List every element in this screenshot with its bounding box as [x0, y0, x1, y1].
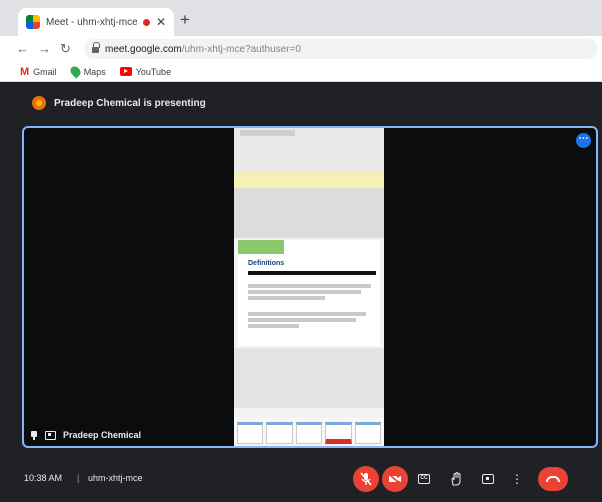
address-url[interactable]: meet.google.com/uhm-xhtj-mce?authuser=0	[105, 44, 301, 55]
meeting-time: 10:38 AM	[24, 473, 63, 483]
leave-call-button[interactable]	[538, 467, 568, 491]
slide-thumbnail	[266, 422, 293, 444]
meeting-separator: |	[77, 473, 80, 483]
shared-slide: Definitions	[238, 240, 380, 346]
meet-control-bar: 10:38 AM | uhm-xhtj-mce CC ⋮	[0, 460, 602, 502]
url-host: meet.google.com	[105, 43, 182, 55]
slide-thumbnail	[325, 422, 352, 444]
slide-title: Definitions	[248, 260, 285, 267]
raise-hand-icon	[451, 472, 461, 486]
slide-redacted-bar	[248, 271, 376, 275]
meet-favicon-icon	[26, 15, 40, 29]
bookmark-label: YouTube	[135, 66, 172, 77]
slide-thumbnail	[295, 422, 323, 444]
mic-off-icon	[360, 472, 372, 486]
phone-gray-area	[234, 188, 384, 238]
browser-tab-meet[interactable]: Meet - uhm-xhtj-mce ✕	[18, 8, 174, 36]
captions-button[interactable]: CC	[411, 466, 437, 492]
shared-phone-screen: Definitions	[234, 128, 384, 446]
phone-lower-area	[234, 348, 384, 408]
pin-icon[interactable]	[30, 430, 38, 440]
bookmark-label: Maps	[83, 66, 106, 77]
recording-dot-icon	[142, 18, 150, 26]
lock-icon	[92, 42, 100, 53]
phone-hangup-icon	[546, 476, 560, 482]
url-path: /uhm-xhtj-mce?authuser=0	[181, 43, 301, 55]
gmail-icon: M	[20, 65, 30, 78]
slide-accent-bar	[238, 240, 284, 254]
maps-icon	[68, 64, 83, 79]
phone-header	[234, 128, 384, 172]
presenter-banner-text: Pradeep Chemical is presenting	[54, 97, 206, 109]
tile-footer: Pradeep Chemical	[30, 430, 141, 440]
slide-thumbnail	[237, 422, 264, 444]
present-now-icon	[482, 474, 494, 484]
bookmark-label: Gmail	[33, 66, 57, 77]
phone-options-row	[234, 408, 384, 418]
address-bar[interactable]: meet.google.com/uhm-xhtj-mce?authuser=0	[84, 39, 598, 59]
bookmark-maps[interactable]: Maps	[68, 64, 106, 79]
phone-notice-strip	[234, 172, 384, 188]
presenter-avatar-icon	[32, 96, 46, 110]
phone-status-bar	[240, 130, 296, 136]
reload-icon[interactable]: ↻	[60, 40, 71, 58]
present-now-button[interactable]	[475, 466, 501, 492]
camera-off-icon	[388, 473, 401, 485]
browser-toolbar: ← → ↻ meet.google.com/uhm-xhtj-mce?authu…	[0, 36, 602, 62]
camera-off-button[interactable]	[382, 466, 408, 492]
back-arrow-icon[interactable]: ←	[16, 40, 29, 58]
browser-tab-strip: Meet - uhm-xhtj-mce ✕ +	[0, 0, 602, 36]
more-vert-icon: ⋮	[511, 472, 523, 486]
slide-thumbnails	[234, 418, 384, 446]
captions-icon: CC	[418, 474, 430, 484]
more-options-button[interactable]: ⋮	[504, 466, 530, 492]
slide-bullet-2	[248, 312, 376, 328]
slide-thumbnail	[354, 422, 382, 444]
presentation-tile[interactable]: ⋯ Definitions Pradeep Chemical	[22, 126, 598, 448]
forward-arrow-icon[interactable]: →	[38, 40, 51, 58]
bookmark-youtube[interactable]: YouTube	[119, 66, 172, 77]
mic-off-button[interactable]	[353, 466, 379, 492]
slide-bullet-1	[248, 284, 376, 300]
bookmark-gmail[interactable]: M Gmail	[20, 66, 57, 78]
raise-hand-button[interactable]	[443, 466, 469, 492]
new-tab-icon[interactable]: +	[180, 11, 190, 28]
bookmarks-bar: M Gmail Maps YouTube	[0, 62, 602, 82]
presentation-icon	[45, 430, 56, 440]
youtube-icon	[119, 67, 132, 76]
tile-participant-name: Pradeep Chemical	[63, 430, 142, 440]
more-options-icon[interactable]: ⋯	[576, 133, 591, 148]
tab-close-icon[interactable]: ✕	[156, 16, 166, 28]
presenter-banner: Pradeep Chemical is presenting	[32, 96, 206, 110]
meeting-code: uhm-xhtj-mce	[88, 473, 143, 483]
meet-call-area: Pradeep Chemical is presenting ⋯ Definit…	[0, 82, 602, 502]
tab-title: Meet - uhm-xhtj-mce	[46, 16, 137, 28]
